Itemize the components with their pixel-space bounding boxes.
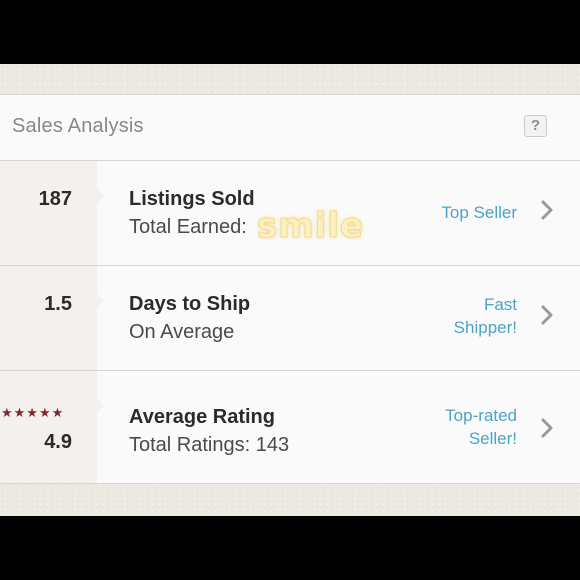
panel-header: Sales Analysis ?	[0, 95, 580, 161]
status-badge: Top Seller	[441, 203, 517, 222]
sales-analysis-panel: Sales Analysis ? 187 Listings Sold Total…	[0, 94, 580, 484]
question-mark-icon: ?	[530, 117, 541, 134]
chevron-right-icon	[541, 305, 553, 325]
status-badge: Top-rated Seller!	[445, 404, 517, 450]
row-subtitle: On Average	[129, 321, 235, 343]
list-item-average-rating[interactable]: ★★★★★ 4.9 Average Rating Total Ratings: …	[0, 371, 580, 483]
chevron-right-icon	[541, 200, 553, 220]
star-rating-icon: ★★★★★	[1, 405, 65, 420]
chevron-right-icon	[541, 418, 553, 438]
row-title: Listings Sold	[129, 188, 255, 210]
list-item-days-to-ship[interactable]: 1.5 Days to Ship On Average Fast Shipper…	[0, 266, 580, 371]
badge-line: Fast	[483, 295, 517, 314]
average-rating-value: 4.9	[44, 431, 72, 453]
stat-cell: ★★★★★ 4.9	[0, 371, 104, 483]
row-subtitle: Total Earned:	[129, 216, 247, 238]
days-to-ship-value: 1.5	[44, 293, 72, 315]
row-subtitle: Total Ratings: 143	[129, 434, 290, 456]
row-title: Average Rating	[129, 406, 275, 428]
badge-line: Shipper!	[453, 318, 517, 337]
badge-line: Seller!	[468, 429, 517, 448]
page-title: Sales Analysis	[12, 115, 144, 137]
status-badge: Fast Shipper!	[454, 293, 517, 339]
badge-line: Top-rated	[445, 406, 517, 425]
stat-cell: 187	[0, 161, 104, 265]
listings-sold-count: 187	[38, 188, 72, 210]
stat-cell: 1.5	[0, 266, 104, 370]
row-title: Days to Ship	[129, 293, 251, 315]
smile-sticker: smile	[256, 206, 365, 247]
help-button[interactable]: ?	[524, 115, 547, 137]
